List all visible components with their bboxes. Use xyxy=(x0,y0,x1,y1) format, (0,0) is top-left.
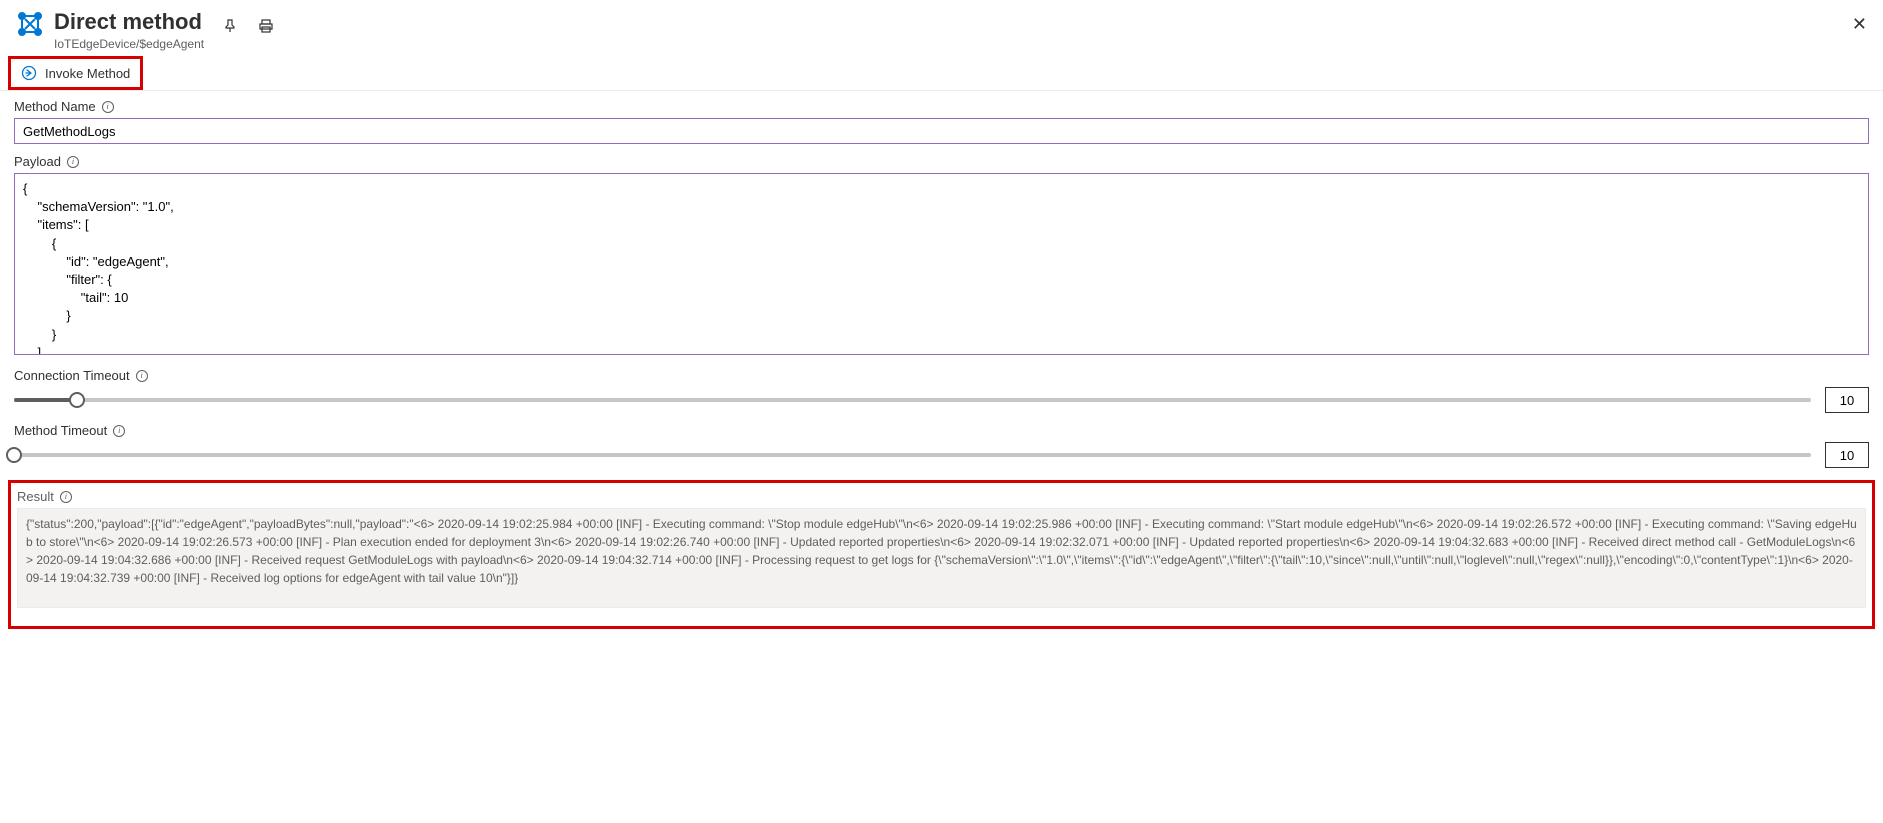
info-icon[interactable]: i xyxy=(67,156,79,168)
close-button[interactable]: ✕ xyxy=(1846,8,1873,41)
page-title: Direct method xyxy=(54,8,204,36)
connection-timeout-label: Connection Timeout xyxy=(14,368,130,383)
method-timeout-label: Method Timeout xyxy=(14,423,107,438)
method-name-section: Method Name i xyxy=(0,91,1883,146)
payload-label: Payload xyxy=(14,154,61,169)
invoke-method-button[interactable]: Invoke Method xyxy=(11,59,140,87)
arrow-right-circle-icon xyxy=(21,65,37,81)
method-name-label: Method Name xyxy=(14,99,96,114)
close-icon: ✕ xyxy=(1852,14,1867,34)
connection-timeout-slider[interactable] xyxy=(14,390,1811,410)
connection-timeout-value[interactable] xyxy=(1825,387,1869,413)
result-output: {"status":200,"payload":[{"id":"edgeAgen… xyxy=(17,508,1866,608)
info-icon[interactable]: i xyxy=(113,425,125,437)
direct-method-icon xyxy=(14,8,46,40)
method-timeout-slider[interactable] xyxy=(14,445,1811,465)
slider-track-line xyxy=(14,398,1811,402)
pin-button[interactable] xyxy=(218,14,242,41)
payload-textarea[interactable] xyxy=(14,173,1869,355)
info-icon[interactable]: i xyxy=(136,370,148,382)
result-highlight: Result i {"status":200,"payload":[{"id":… xyxy=(8,480,1875,629)
page-header: Direct method IoTEdgeDevice/$edgeAgent ✕ xyxy=(0,0,1883,56)
info-icon[interactable]: i xyxy=(60,491,72,503)
result-label: Result xyxy=(17,489,54,504)
page-subtitle: IoTEdgeDevice/$edgeAgent xyxy=(54,36,204,52)
connection-timeout-section: Connection Timeout i xyxy=(0,360,1883,415)
print-button[interactable] xyxy=(254,14,278,41)
pin-icon xyxy=(222,18,238,37)
info-icon[interactable]: i xyxy=(102,101,114,113)
slider-thumb[interactable] xyxy=(69,392,85,408)
method-timeout-section: Method Timeout i xyxy=(0,415,1883,470)
slider-track-line xyxy=(14,453,1811,457)
toolbar: Invoke Method xyxy=(0,56,1883,91)
payload-section: Payload i xyxy=(0,146,1883,360)
print-icon xyxy=(258,18,274,37)
method-name-input[interactable] xyxy=(14,118,1869,144)
slider-thumb[interactable] xyxy=(6,447,22,463)
method-timeout-value[interactable] xyxy=(1825,442,1869,468)
invoke-method-highlight: Invoke Method xyxy=(8,56,143,90)
slider-fill xyxy=(14,398,77,402)
invoke-method-label: Invoke Method xyxy=(45,66,130,81)
